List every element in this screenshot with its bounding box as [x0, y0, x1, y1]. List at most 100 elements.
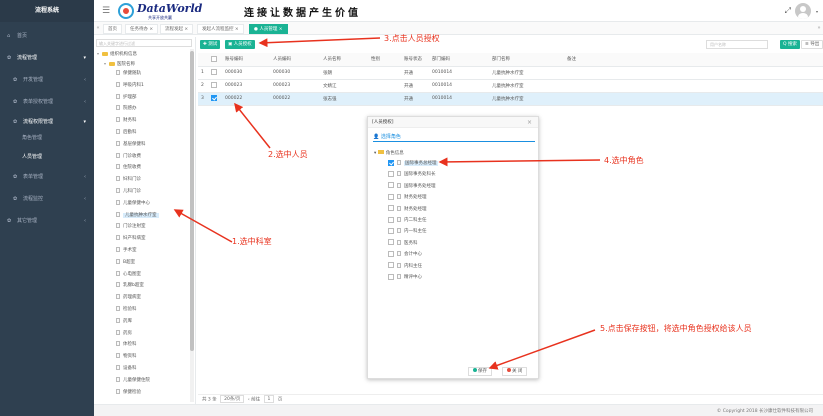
tree-node-department[interactable]: 院感办	[116, 104, 137, 114]
tree-node-department[interactable]: 儿童保健中心	[116, 199, 150, 209]
tree-scrollbar-thumb[interactable]	[190, 51, 194, 351]
tree-node-department[interactable]: 保健随轨	[116, 69, 141, 79]
avatar[interactable]	[795, 3, 811, 19]
role-checkbox[interactable]	[388, 205, 394, 212]
sidebar-item-forms[interactable]: ✿ 表单管理 ‹	[0, 171, 94, 183]
tree-node-department[interactable]: 住院收费	[116, 163, 141, 173]
role-checkbox[interactable]	[388, 159, 394, 166]
row-select-cell[interactable]	[208, 92, 222, 106]
chevron-down-icon[interactable]: ▾	[816, 9, 818, 14]
tree-node-department[interactable]: 心电图室	[116, 270, 141, 280]
col-remark[interactable]: 备注	[564, 53, 823, 67]
role-tree-root[interactable]: ▾ 角色信息	[374, 149, 404, 158]
tree-node-department[interactable]: 设备科	[116, 364, 137, 374]
role-checkbox[interactable]	[388, 273, 394, 280]
tab-process-monitor[interactable]: 发起人流程监控 ×	[197, 24, 244, 34]
role-item[interactable]: 国际事务处经理	[388, 182, 436, 191]
tab-select-role[interactable]: 👤 选择角色	[373, 133, 401, 140]
select-all-checkbox[interactable]	[211, 56, 217, 62]
tree-node-department[interactable]: 儿科门诊	[116, 187, 141, 197]
tree-node-department[interactable]: 妇产科病室	[116, 234, 146, 244]
sidebar-item-home[interactable]: ⌂ 首页	[0, 30, 94, 42]
tree-node-department[interactable]: 护理部	[116, 93, 137, 103]
sidebar-item-process[interactable]: ✿ 流程管理 ▾	[0, 52, 94, 64]
sidebar-subitem-roles[interactable]: 角色管理	[0, 133, 94, 144]
tabs-scroll-left-icon[interactable]: «	[94, 24, 102, 33]
role-item[interactable]: 内一科主任	[388, 227, 427, 236]
role-checkbox[interactable]	[388, 227, 394, 234]
tree-node-department[interactable]: 药房	[116, 329, 132, 339]
tab-tasks[interactable]: 任务待办 ×	[125, 24, 159, 34]
role-item[interactable]: 财务处经理	[388, 205, 427, 214]
export-button[interactable]: ≡ 导出	[801, 40, 823, 49]
tree-group[interactable]: ▾ 医院名称	[104, 59, 135, 69]
tree-node-department[interactable]: 门诊注射室	[116, 222, 146, 232]
col-gender[interactable]: 性别	[368, 53, 401, 67]
tree-node-department[interactable]: 儿童抗肿水疗室	[116, 211, 159, 221]
col-dept-code[interactable]: 部门编码	[429, 53, 489, 67]
fullscreen-icon[interactable]: ⤢	[785, 6, 791, 16]
role-item[interactable]: 会计中心	[388, 250, 422, 259]
tree-node-department[interactable]: 基层保健科	[116, 140, 146, 150]
tree-node-department[interactable]: 妇科门诊	[116, 175, 141, 185]
user-auth-button[interactable]: ▣ 人员授权	[225, 40, 255, 49]
row-select-cell[interactable]	[208, 66, 222, 80]
sidebar-item-monitor[interactable]: ✿ 流程监控 ‹	[0, 193, 94, 205]
col-status[interactable]: 账号状态	[401, 53, 429, 67]
role-checkbox[interactable]	[388, 262, 394, 269]
role-item[interactable]: 财务处经理	[388, 193, 427, 202]
col-dept-name[interactable]: 部门名称	[489, 53, 564, 67]
role-checkbox[interactable]	[388, 250, 394, 257]
role-item[interactable]: 精评中心	[388, 273, 422, 282]
sidebar-item-other[interactable]: ✿ 其它管理 ‹	[0, 215, 94, 227]
page-size-select[interactable]: 20条/页	[220, 395, 245, 403]
sidebar-item-process-auth[interactable]: ✿ 流程权限管理 ▾	[0, 116, 94, 128]
save-button[interactable]: 保存	[468, 367, 492, 376]
role-item[interactable]: 国际事务总经理	[388, 159, 438, 168]
table-row[interactable]: 3 000022 000022 张志强 开通 0010014 儿童抗肿水疗室	[198, 92, 823, 106]
row-select-cell[interactable]	[208, 79, 222, 93]
sidebar-item-dev[interactable]: ✿ 开发管理 ‹	[0, 74, 94, 86]
tree-node-department[interactable]: 保健检验	[116, 388, 141, 398]
tree-filter-input[interactable]: 输入关键字进行过滤	[96, 39, 192, 47]
role-item[interactable]: 内二科主任	[388, 216, 427, 225]
row-checkbox[interactable]	[211, 69, 217, 76]
row-checkbox[interactable]	[211, 82, 217, 89]
tree-node-department[interactable]: 手术室	[116, 246, 137, 256]
sidebar-item-form-auth[interactable]: ✿ 表单授权管理 ‹	[0, 96, 94, 108]
tree-node-department[interactable]: 乳腺b超室	[116, 281, 144, 291]
col-person-name[interactable]: 人员名称	[320, 53, 368, 67]
role-checkbox[interactable]	[388, 239, 394, 246]
tree-node-department[interactable]: 财务科	[116, 116, 137, 126]
tree-node-department[interactable]: 儿童保健住院	[116, 376, 150, 386]
col-select-all[interactable]	[208, 53, 222, 67]
tab-home[interactable]: 首页	[103, 24, 122, 34]
close-button[interactable]: 关 闭	[502, 367, 528, 376]
tree-node-department[interactable]: B超室	[116, 258, 135, 268]
role-checkbox[interactable]	[388, 193, 394, 200]
tree-node-department[interactable]: 门诊收费	[116, 152, 141, 162]
tree-node-department[interactable]: 呼吸内科1	[116, 81, 144, 91]
add-button[interactable]: ✚ 测试	[200, 40, 221, 49]
user-search-input[interactable]: 用户名称	[706, 40, 768, 49]
role-checkbox[interactable]	[388, 182, 394, 189]
tree-node-department[interactable]: 物资科	[116, 352, 137, 362]
role-item[interactable]: 内科主任	[388, 262, 422, 271]
table-row[interactable]: 2 000023 000023 文婧江 开通 0010014 儿童抗肿水疗室	[198, 79, 823, 93]
role-checkbox[interactable]	[388, 170, 394, 177]
menu-toggle-icon[interactable]: ☰	[102, 6, 110, 16]
tree-root[interactable]: ▾ 组织机构信息	[97, 49, 137, 59]
tree-node-department[interactable]: 体检科	[116, 340, 137, 350]
sidebar-subitem-users[interactable]: 人员管理	[0, 152, 94, 163]
tree-node-department[interactable]: 检验科	[116, 305, 137, 315]
role-checkbox[interactable]	[388, 216, 394, 223]
tree-node-department[interactable]: 药理病室	[116, 293, 141, 303]
tree-node-department[interactable]: 药库	[116, 317, 132, 327]
tab-user-management[interactable]: ● 人员管理 ×	[249, 24, 288, 34]
col-account[interactable]: 账号编码	[222, 53, 270, 67]
role-item[interactable]: 医务科	[388, 239, 418, 248]
row-checkbox[interactable]	[211, 95, 217, 102]
table-row[interactable]: 1 000030 000030 张朗 开通 0010014 儿童抗肿水疗室	[198, 66, 823, 80]
search-button[interactable]: Q 搜索	[780, 40, 800, 49]
tabs-scroll-right-icon[interactable]: »	[815, 24, 823, 33]
